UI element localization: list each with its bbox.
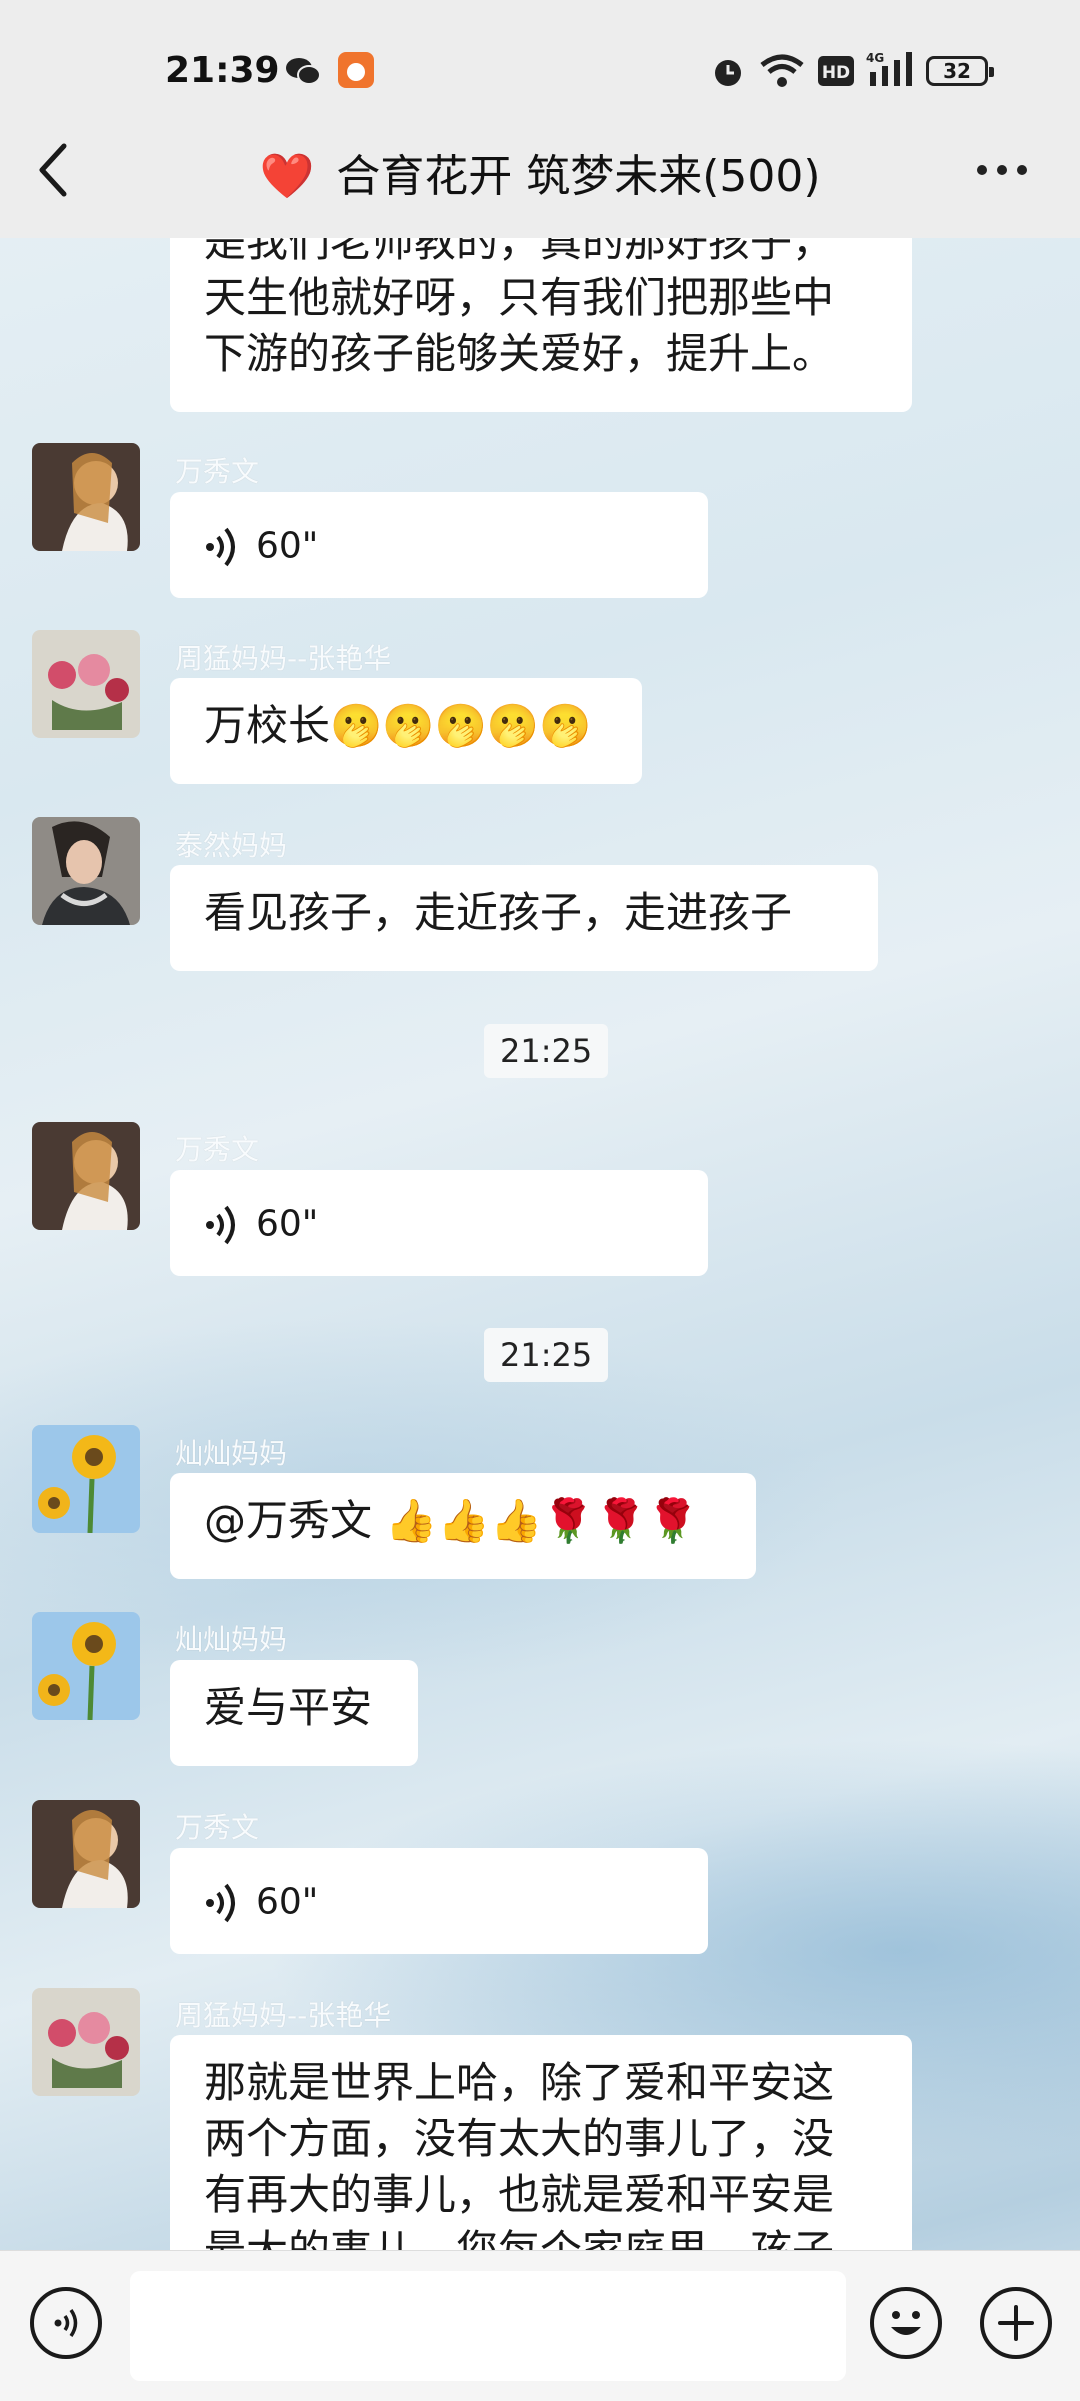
message-bubble[interactable]: @万秀文 👍👍👍🌹🌹🌹 [170, 1473, 756, 1579]
voice-icon [206, 527, 235, 566]
status-time: 21:39 [165, 50, 280, 91]
voice-duration: 60" [256, 1203, 319, 1245]
svg-text:4G: 4G [866, 51, 884, 65]
sender-name: 万秀文 [175, 1133, 260, 1166]
hd-icon: HD [818, 56, 854, 86]
avatar[interactable] [32, 1800, 140, 1908]
voice-icon [206, 1883, 235, 1922]
sender-name: 万秀文 [175, 1811, 260, 1844]
sender-name: 灿灿妈妈 [175, 1437, 288, 1470]
voice-message[interactable]: 60" [170, 1848, 708, 1954]
avatar[interactable] [32, 630, 140, 738]
message-bubble[interactable]: 爱与平安 [170, 1660, 418, 1766]
timestamp: 21:25 [484, 1328, 609, 1382]
more-actions-button[interactable] [980, 2287, 1052, 2359]
voice-message[interactable]: 60" [170, 1170, 708, 1276]
svg-text:HD: HD [822, 63, 850, 83]
message-input[interactable] [130, 2271, 846, 2381]
alarm-icon [715, 60, 741, 86]
sender-name: 万秀文 [175, 455, 260, 488]
message-bubble[interactable]: 万校长🫢🫢🫢🫢🫢 [170, 678, 642, 784]
battery-indicator: 32 [926, 56, 994, 86]
voice-message[interactable]: 60" [170, 492, 708, 598]
more-button[interactable] [972, 150, 1032, 190]
wechat-icon [286, 58, 321, 85]
timestamp: 21:25 [484, 1024, 609, 1078]
message-bubble[interactable]: 看见孩子，走近孩子，走进孩子 [170, 865, 878, 971]
sender-name: 周猛妈妈--张艳华 [175, 642, 392, 675]
sender-name: 泰然妈妈 [175, 829, 288, 862]
message-line: 那就是世界上哈，除了爱和平安这 [204, 2058, 835, 2107]
sender-name: 灿灿妈妈 [175, 1623, 288, 1656]
message-line: 有再大的事儿，也就是爱和平安是 [204, 2170, 835, 2219]
message-line: 天生他就好呀，只有我们把那些中 [204, 273, 835, 322]
avatar[interactable] [32, 817, 140, 925]
voice-icon [206, 1205, 235, 1244]
signal-icon: 4G [866, 51, 912, 86]
avatar[interactable] [32, 1988, 140, 2096]
emoji-icon [891, 2311, 921, 2335]
avatar[interactable] [32, 1122, 140, 1230]
message-line: 下游的孩子能够关爱好，提升上。 [204, 329, 835, 378]
top-bar: 21:39 HD 4G 32 ❤️ 合育花开 筑梦未来(500) [0, 0, 1080, 238]
emoji-button[interactable] [870, 2287, 942, 2359]
chat-title-text: 合育花开 筑梦未来(500) [336, 151, 821, 202]
voice-duration: 60" [256, 1881, 319, 1923]
avatar[interactable] [32, 1425, 140, 1533]
voice-input-button[interactable] [30, 2287, 102, 2359]
plus-icon [998, 2305, 1034, 2341]
wifi-icon [760, 54, 804, 87]
avatar[interactable] [32, 443, 140, 551]
message-line: 两个方面，没有太大的事儿了，没 [204, 2114, 835, 2163]
avatar[interactable] [32, 1612, 140, 1720]
app-icon [338, 52, 374, 88]
voice-icon [54, 2309, 78, 2337]
heart-icon: ❤️ [259, 151, 315, 202]
voice-duration: 60" [256, 525, 319, 567]
chat-title[interactable]: ❤️ 合育花开 筑梦未来(500) [0, 140, 1080, 204]
more-icon [977, 165, 1027, 175]
sender-name: 周猛妈妈--张艳华 [175, 1999, 392, 2032]
input-bar [0, 2250, 1080, 2401]
